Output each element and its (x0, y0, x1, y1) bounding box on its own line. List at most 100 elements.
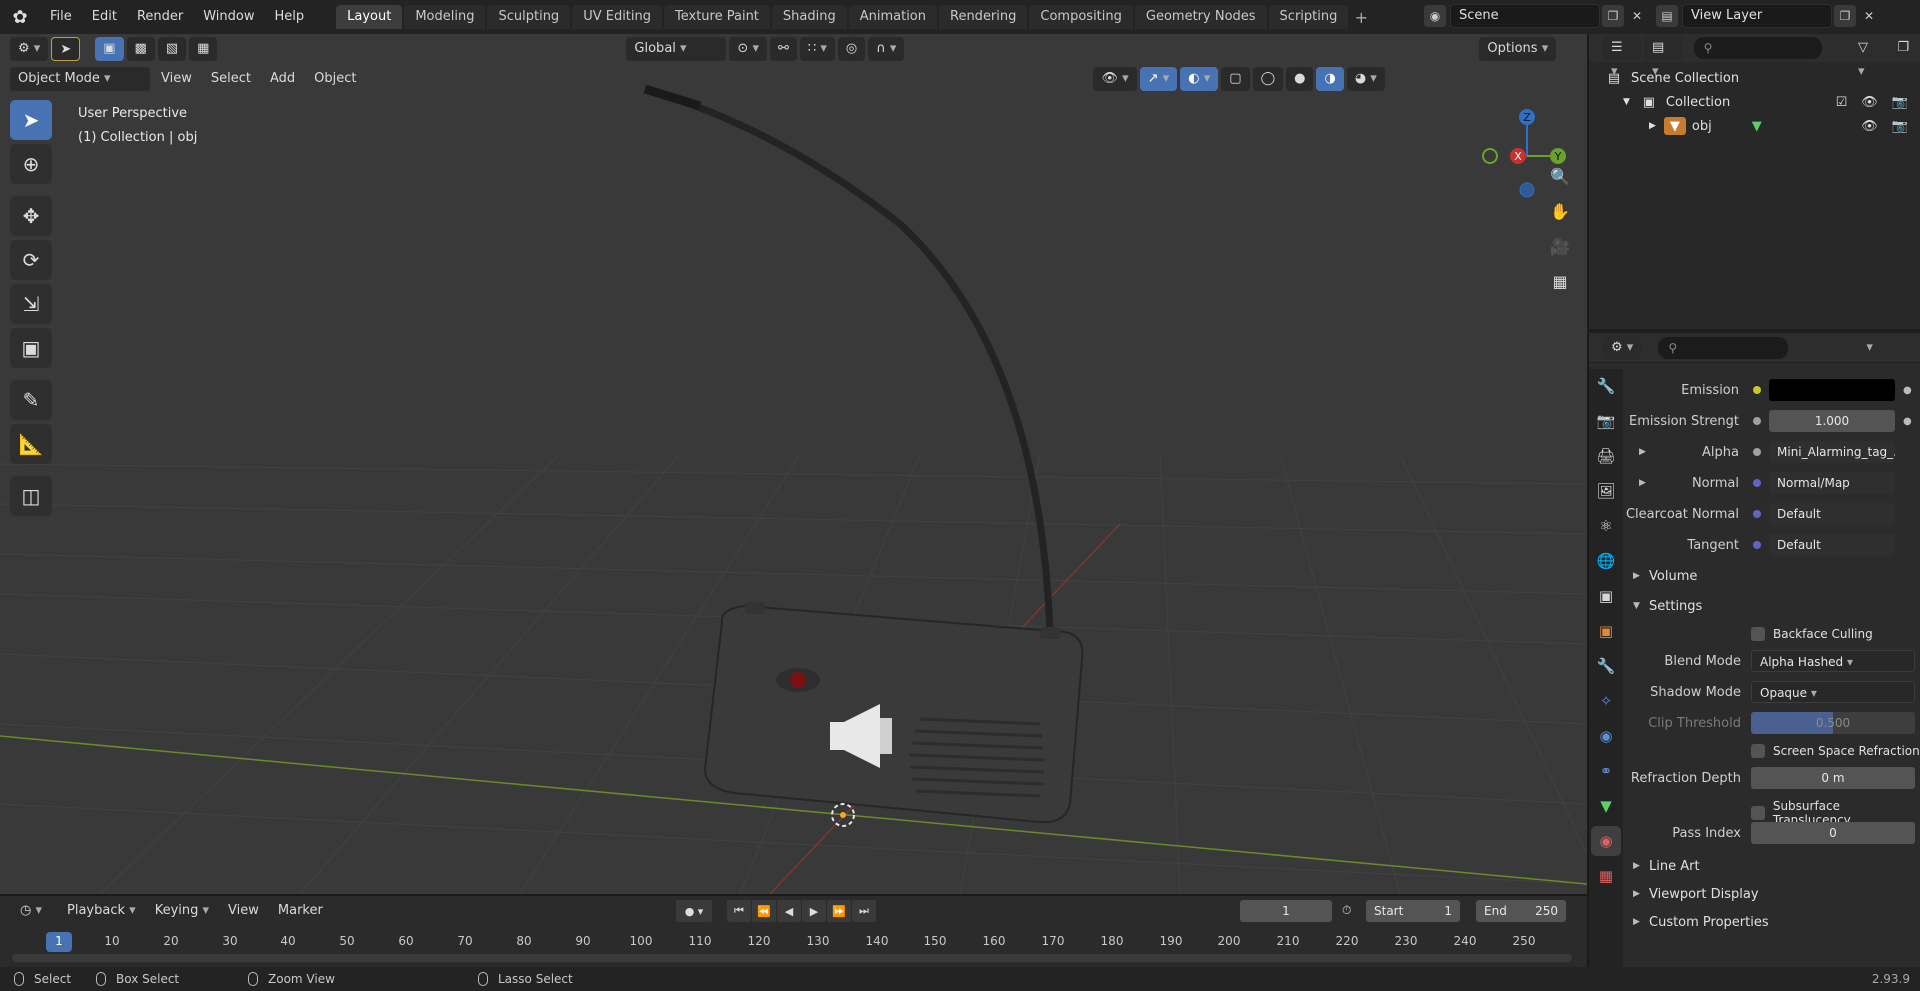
shading-material-icon[interactable]: ◑ (1316, 67, 1344, 91)
menu-select[interactable]: Select (203, 67, 259, 91)
tab-layout[interactable]: Layout (336, 5, 403, 29)
menu-file[interactable]: File (40, 0, 82, 34)
play-icon[interactable]: ▶ (802, 900, 826, 922)
snap-toggle-icon[interactable]: ⚯ (770, 37, 797, 61)
select-mode-subtract-icon[interactable]: ▧ (157, 37, 187, 61)
annotate-tool-icon[interactable]: ✎ (10, 380, 52, 420)
timeline-scrollbar[interactable] (12, 954, 1572, 962)
properties-options-icon[interactable] (1858, 336, 1881, 360)
collection-expand-icon[interactable]: ▼ (1623, 97, 1630, 107)
timeline-editor-type-icon[interactable]: ◷ (12, 899, 51, 923)
view-layer-copy-icon[interactable]: ❐ (1834, 5, 1856, 27)
scene-tab-icon[interactable]: ⚛ (1591, 511, 1621, 541)
tab-modeling[interactable]: Modeling (404, 5, 486, 29)
tab-compositing[interactable]: Compositing (1029, 5, 1133, 29)
clearcoat-normal-socket-icon[interactable] (1753, 510, 1761, 518)
emission-color-field[interactable] (1769, 379, 1895, 401)
collection-render-icon[interactable]: 📷 (1892, 95, 1908, 110)
normal-socket-icon[interactable] (1753, 479, 1761, 487)
emission-strength-field[interactable]: 1.000 (1769, 410, 1895, 432)
transform-orientation-dropdown[interactable]: Global (626, 37, 727, 61)
collection-visibility-icon[interactable]: 👁 (1861, 95, 1878, 110)
new-collection-icon[interactable]: ❐ (1889, 36, 1917, 60)
auto-keying-icon[interactable]: ● ▾ (676, 900, 712, 922)
menu-window[interactable]: Window (193, 0, 264, 34)
menu-object[interactable]: Object (306, 67, 364, 91)
select-mode-extend-icon[interactable]: ▩ (126, 37, 155, 61)
snap-target-icon[interactable]: ∷ (799, 37, 835, 61)
subsurface-translucency-box[interactable] (1751, 806, 1765, 820)
tab-rendering[interactable]: Rendering (939, 5, 1028, 29)
pivot-point-icon[interactable]: ⊙ (729, 37, 767, 61)
menu-help[interactable]: Help (265, 0, 315, 34)
tab-geometry-nodes[interactable]: Geometry Nodes (1134, 5, 1267, 29)
measure-tool-icon[interactable]: 📐 (10, 424, 52, 464)
transform-tool-icon[interactable]: ▣ (10, 328, 52, 368)
jump-end-icon[interactable]: ⏭ (852, 900, 876, 922)
mode-dropdown[interactable]: Object Mode (10, 67, 150, 91)
normal-expand-icon[interactable]: ▶ (1639, 478, 1646, 488)
emission-strength-keyframe-icon[interactable]: ● (1903, 416, 1912, 427)
cursor-tool-icon[interactable]: ⊕ (10, 144, 52, 184)
properties-editor-type-icon[interactable]: ⚙ (1603, 335, 1642, 360)
alpha-expand-icon[interactable]: ▶ (1639, 447, 1646, 457)
refraction-depth-field[interactable]: 0 m (1751, 767, 1915, 789)
material-tab-icon[interactable]: ◉ (1591, 826, 1621, 856)
menu-edit[interactable]: Edit (82, 0, 127, 34)
menu-view[interactable]: View (153, 67, 200, 91)
view-layer-browse-icon[interactable]: ▤ (1656, 5, 1678, 27)
physics-tab-icon[interactable]: ◉ (1591, 721, 1621, 751)
playback-menu[interactable]: Playback (59, 899, 144, 923)
select-box-tool-icon[interactable]: ➤ (51, 37, 81, 61)
object-tab-icon[interactable]: ▣ (1591, 616, 1621, 646)
pan-view-icon[interactable]: ✋ (1545, 196, 1575, 226)
prev-keyframe-icon[interactable]: ⏪ (752, 900, 776, 922)
shadow-mode-dropdown[interactable]: Opaque (1751, 681, 1915, 703)
alpha-link-field[interactable]: Mini_Alarming_tag_... (1769, 441, 1895, 463)
preview-range-icon[interactable]: ⏱ (1342, 903, 1351, 918)
add-cube-tool-icon[interactable]: ◫ (10, 476, 52, 516)
custom-properties-section-header[interactable]: ▶ Custom Properties (1625, 909, 1920, 935)
view-layer-tab-icon[interactable]: 🖼 (1591, 476, 1621, 506)
tab-sculpting[interactable]: Sculpting (487, 5, 571, 29)
backface-culling-checkbox[interactable]: Backface Culling (1751, 627, 1873, 641)
end-frame-field[interactable]: End 250 (1476, 900, 1566, 922)
render-tab-icon[interactable]: 📷 (1591, 406, 1621, 436)
outliner-search-input[interactable]: ⚲ (1693, 37, 1822, 59)
tangent-field[interactable]: Default (1769, 534, 1895, 556)
select-mode-intersect-icon[interactable]: ▦ (189, 37, 218, 61)
3d-viewport[interactable]: ⚙ ➤ ▣ ▩ ▧ ▦ Global ⊙ ⚯ ∷ ◎ ∩ Options Obj… (0, 34, 1587, 894)
emission-keyframe-icon[interactable]: ● (1903, 385, 1912, 396)
shading-rendered-icon[interactable]: ◕ (1346, 67, 1385, 91)
alpha-socket-icon[interactable] (1753, 448, 1761, 456)
tab-shading[interactable]: Shading (771, 5, 847, 29)
gizmo-neg-z-icon[interactable] (1519, 182, 1535, 198)
editor-type-icon[interactable]: ⚙ (10, 37, 49, 61)
tab-scripting[interactable]: Scripting (1268, 5, 1349, 29)
menu-render[interactable]: Render (127, 0, 193, 34)
texture-tab-icon[interactable]: ▦ (1591, 861, 1621, 891)
keying-menu[interactable]: Keying (146, 899, 218, 923)
clip-threshold-slider[interactable]: 0.500 (1751, 712, 1915, 734)
scene-copy-icon[interactable]: ❐ (1602, 5, 1624, 27)
particles-tab-icon[interactable]: ✧ (1591, 686, 1621, 716)
collection-row[interactable]: ▼ ▣ Collection ☑ 👁 📷 (1589, 90, 1920, 114)
filter-icon[interactable]: ▽ (1850, 36, 1886, 60)
visibility-icon[interactable]: 👁 (1093, 67, 1137, 91)
clearcoat-normal-field[interactable]: Default (1769, 503, 1895, 525)
blend-mode-dropdown[interactable]: Alpha Hashed (1751, 650, 1915, 672)
camera-view-icon[interactable]: 🎥 (1545, 231, 1575, 261)
viewport-display-section-header[interactable]: ▶ Viewport Display (1625, 881, 1920, 907)
scale-tool-icon[interactable]: ⇲ (10, 284, 52, 324)
overlays-icon[interactable]: ◐ (1180, 67, 1219, 91)
xray-icon[interactable]: ▢ (1221, 67, 1250, 91)
normal-link-field[interactable]: Normal/Map (1769, 472, 1895, 494)
object-render-icon[interactable]: 📷 (1892, 119, 1908, 134)
tab-texture-paint[interactable]: Texture Paint (664, 5, 770, 29)
collection-checkbox-icon[interactable]: ☑ (1836, 95, 1848, 110)
screen-space-refraction-box[interactable] (1751, 744, 1765, 758)
world-tab-icon[interactable]: 🌐 (1591, 546, 1621, 576)
falloff-icon[interactable]: ∩ (868, 37, 905, 61)
line-art-section-header[interactable]: ▶ Line Art (1625, 853, 1920, 879)
object-row[interactable]: ▶ ▼ obj ▼ 👁 📷 (1589, 114, 1920, 138)
